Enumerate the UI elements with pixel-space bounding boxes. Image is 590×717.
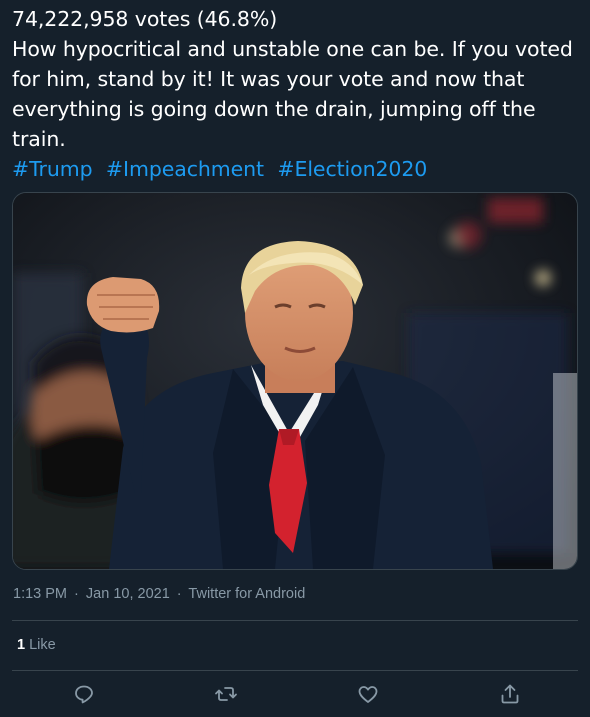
like-label: Like (29, 637, 56, 653)
like-icon (358, 686, 378, 703)
like-count: 1 (17, 637, 26, 653)
tweet-text: 74,222,958 votes (46.8%) How hypocritica… (12, 4, 578, 184)
tweet-text-vote-line: 74,222,958 votes (46.8%) (12, 7, 278, 31)
retweet-button[interactable] (214, 682, 238, 706)
meta-separator: · (74, 586, 79, 602)
photo-illustration (13, 193, 577, 569)
action-bar (12, 672, 578, 717)
hashtag-impeachment[interactable]: #Impeachment (106, 157, 264, 181)
meta-separator: · (176, 586, 182, 602)
divider (12, 670, 578, 671)
tweet-text-body: How hypocritical and unstable one can be… (12, 37, 573, 151)
tweet-time[interactable]: 1:13 PM (13, 586, 67, 602)
hashtag-election2020[interactable]: #Election2020 (277, 157, 427, 181)
like-button[interactable] (356, 682, 380, 706)
reply-icon (75, 685, 93, 704)
tweet-detail: 74,222,958 votes (46.8%) How hypocritica… (0, 0, 590, 717)
share-button[interactable] (498, 682, 522, 706)
tweet-source[interactable]: Twitter for Android (188, 586, 305, 602)
divider (12, 620, 578, 621)
hashtag-row: #Trump #Impeachment #Election2020 (12, 154, 578, 184)
reply-button[interactable] (72, 682, 96, 706)
hashtag-trump[interactable]: #Trump (12, 157, 93, 181)
tweet-photo[interactable] (12, 192, 578, 570)
likes-summary[interactable]: 1 Like (17, 637, 56, 653)
tweet-metadata: 1:13 PM · Jan 10, 2021 · Twitter for And… (13, 586, 308, 602)
tweet-date[interactable]: Jan 10, 2021 (86, 586, 170, 602)
retweet-icon (215, 687, 237, 701)
share-icon (501, 684, 519, 704)
